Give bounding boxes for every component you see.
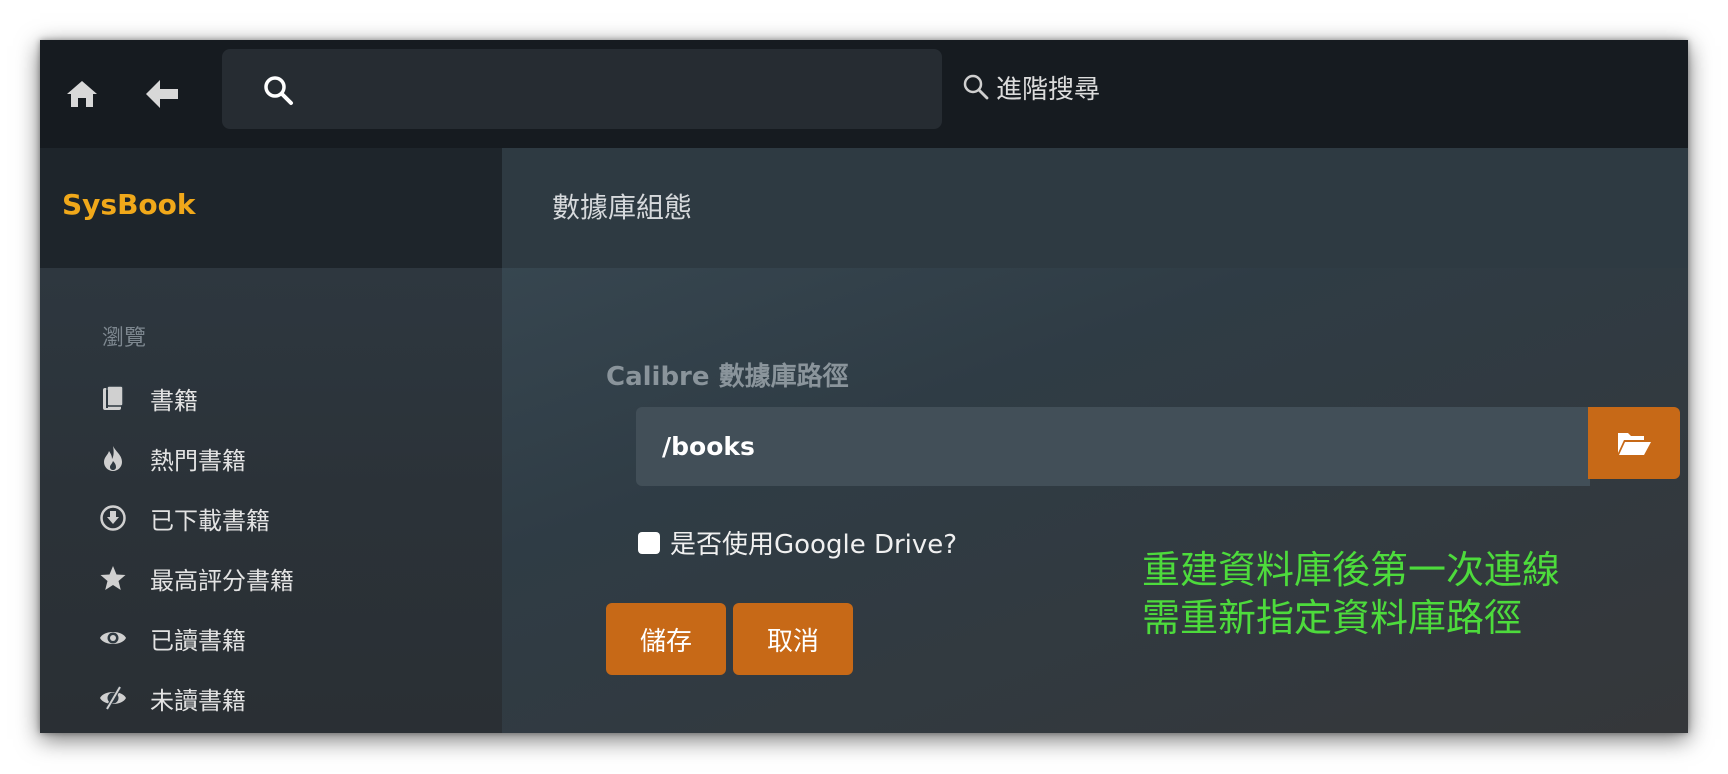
back-button[interactable] [140, 72, 184, 116]
sidebar-item-hot-books[interactable]: 熱門書籍 [98, 434, 478, 482]
app-window: 進階搜尋 SysBook 瀏覽 書籍 熱門書籍 已下載書籍 最高評分書籍 已讀書… [40, 40, 1688, 733]
book-icon [98, 383, 128, 413]
search-icon [264, 76, 293, 105]
sidebar-item-label: 已下載書籍 [150, 506, 270, 535]
sidebar-item-label: 書籍 [150, 386, 198, 415]
db-path-input[interactable] [660, 431, 1564, 462]
sidebar-item-books[interactable]: 書籍 [98, 374, 478, 422]
sidebar-item-label: 熱門書籍 [150, 446, 246, 475]
google-drive-checkbox[interactable] [638, 531, 660, 554]
db-path-field[interactable] [636, 407, 1590, 486]
page-title: 數據庫組態 [552, 191, 693, 224]
save-button[interactable]: 儲存 [606, 603, 726, 675]
sidebar-item-label: 未讀書籍 [150, 686, 246, 715]
advanced-search-label: 進階搜尋 [996, 74, 1101, 105]
sidebar-item-read-books[interactable]: 已讀書籍 [98, 614, 478, 662]
db-path-label: Calibre 數據庫路徑 [606, 362, 849, 392]
sidebar-item-label: 最高評分書籍 [150, 566, 294, 595]
fire-icon [98, 443, 128, 473]
advanced-search-link[interactable]: 進階搜尋 [962, 67, 1100, 107]
annotation-line-2: 需重新指定資料庫路徑 [1142, 596, 1523, 640]
google-drive-label[interactable]: 是否使用Google Drive? [670, 524, 957, 561]
search-icon [963, 74, 989, 100]
home-icon [67, 81, 97, 107]
sidebar: SysBook 瀏覽 書籍 熱門書籍 已下載書籍 最高評分書籍 已讀書籍 未讀書… [40, 148, 502, 733]
brand-logo[interactable]: SysBook [62, 188, 196, 221]
home-button[interactable] [60, 72, 104, 116]
main-header: 數據庫組態 [502, 148, 1688, 268]
folder-open-icon [1618, 433, 1651, 455]
browse-section-label: 瀏覽 [102, 326, 147, 351]
sidebar-item-unread-books[interactable]: 未讀書籍 [98, 674, 478, 722]
sidebar-item-top-rated-books[interactable]: 最高評分書籍 [98, 554, 478, 602]
sidebar-item-label: 已讀書籍 [150, 626, 246, 655]
star-icon [98, 563, 128, 593]
overlay-annotation: 重建資料庫後第一次連線 需重新指定資料庫路徑 [1142, 546, 1560, 642]
arrow-left-icon [146, 80, 178, 108]
browse-folder-button[interactable] [1588, 407, 1680, 479]
download-icon [98, 503, 128, 533]
eye-icon [98, 623, 128, 653]
cancel-button[interactable]: 取消 [733, 603, 853, 675]
eye-slash-icon [98, 683, 128, 713]
top-navbar: 進階搜尋 [40, 40, 1688, 148]
sidebar-item-downloaded-books[interactable]: 已下載書籍 [98, 494, 478, 542]
google-drive-option[interactable]: 是否使用Google Drive? [638, 524, 957, 561]
search-box[interactable] [222, 49, 942, 129]
brand-bar: SysBook [40, 148, 502, 268]
annotation-line-1: 重建資料庫後第一次連線 [1142, 548, 1561, 592]
main-content: 數據庫組態 Calibre 數據庫路徑 是否使用Google Drive? 儲存… [502, 148, 1688, 733]
search-input[interactable] [312, 67, 916, 113]
